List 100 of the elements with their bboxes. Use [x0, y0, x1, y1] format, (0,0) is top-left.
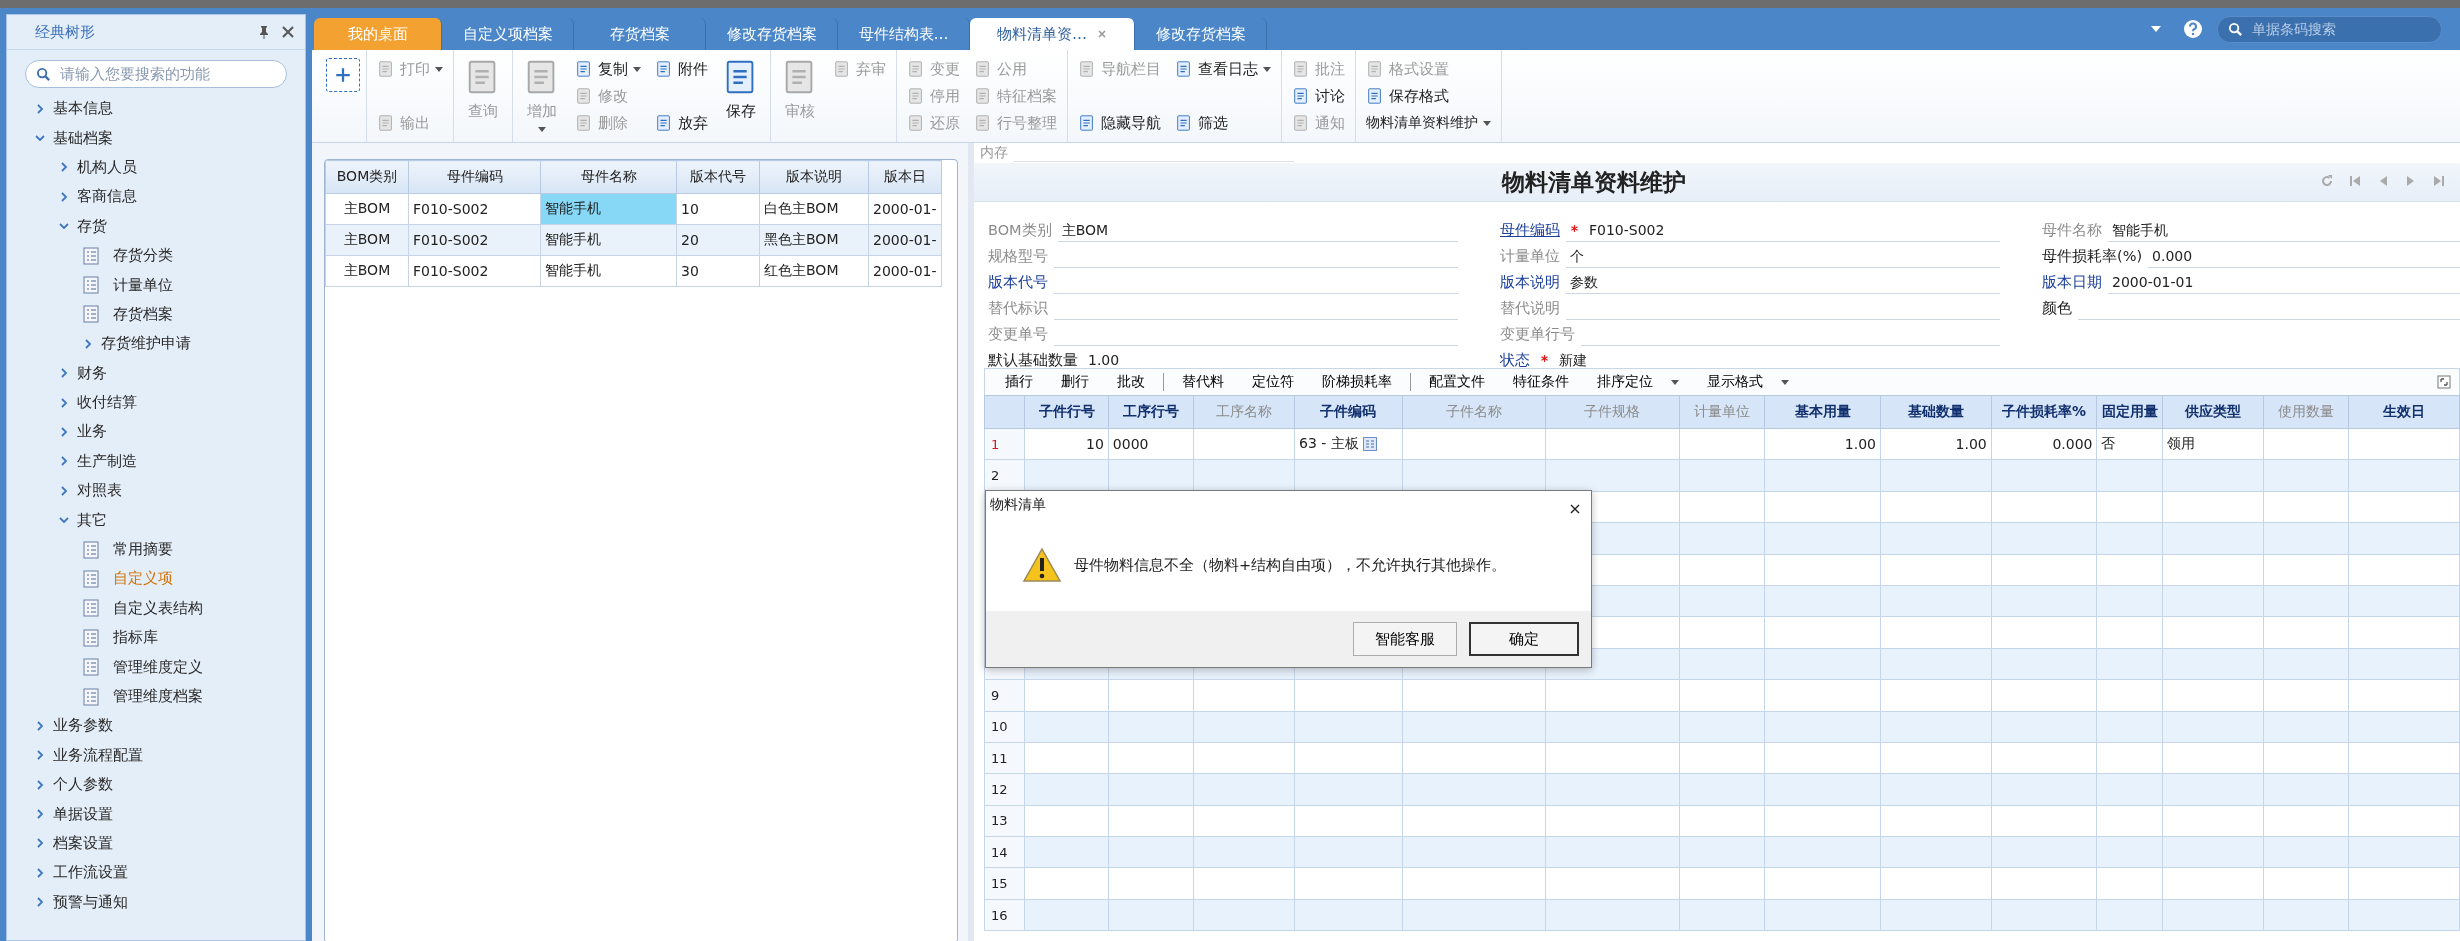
table-cell[interactable]: [1402, 773, 1546, 806]
table-cell[interactable]: [1545, 805, 1680, 837]
tree-item[interactable]: 其它: [7, 505, 305, 535]
table-cell[interactable]: [1294, 679, 1403, 711]
refresh-icon[interactable]: [2320, 174, 2334, 188]
toolbar-button[interactable]: 隐藏导航: [1074, 110, 1165, 136]
table-cell[interactable]: [1402, 805, 1546, 837]
table-cell[interactable]: [1108, 459, 1194, 492]
table-cell[interactable]: [1024, 459, 1109, 492]
table-cell[interactable]: [1679, 899, 1765, 931]
first-page-icon[interactable]: [2348, 174, 2362, 188]
table-cell[interactable]: [2097, 742, 2163, 774]
table-cell[interactable]: 10: [676, 193, 760, 225]
toolbar-button[interactable]: 查看日志: [1171, 56, 1275, 82]
tree-item[interactable]: 预警与通知: [7, 887, 305, 917]
tree-item[interactable]: 档案设置: [7, 828, 305, 859]
field-label[interactable]: 版本日期: [2042, 273, 2102, 294]
field-label[interactable]: 状态: [1500, 351, 1530, 372]
chevron-down-icon[interactable]: [59, 515, 69, 526]
table-cell[interactable]: 2000-01-: [868, 224, 942, 256]
table-cell[interactable]: [1679, 428, 1765, 460]
table-cell[interactable]: 智能手机: [540, 193, 677, 225]
chevron-right-icon[interactable]: [35, 779, 45, 790]
table-cell[interactable]: 白色主BOM: [759, 193, 869, 225]
table-cell[interactable]: [1880, 711, 1992, 743]
table-cell[interactable]: [1024, 836, 1109, 868]
table-cell[interactable]: [1764, 773, 1881, 806]
tree-item[interactable]: 客商信息: [7, 182, 305, 212]
tree-item[interactable]: 业务: [7, 417, 305, 447]
chevron-right-icon[interactable]: [59, 191, 69, 202]
search-field[interactable]: 请输入您要搜索的功能: [25, 60, 287, 88]
table-cell[interactable]: [2162, 899, 2264, 931]
field-label[interactable]: 版本代号: [988, 273, 1048, 294]
tree-item[interactable]: 收付结算: [7, 387, 305, 418]
tree-item[interactable]: 管理维度定义: [7, 652, 305, 682]
table-cell[interactable]: [2097, 899, 2163, 931]
table-cell[interactable]: [1108, 805, 1194, 837]
close-icon[interactable]: [281, 25, 295, 39]
column-header[interactable]: 基础数量: [1880, 395, 1992, 429]
table-cell[interactable]: [1108, 867, 1194, 900]
toolbar-menu[interactable]: 物料清单资料维护: [1362, 110, 1495, 136]
table-cell[interactable]: [1024, 711, 1109, 743]
tree-item[interactable]: 生产制造: [7, 446, 305, 477]
table-cell[interactable]: F010-S002: [408, 255, 541, 287]
chevron-right-icon[interactable]: [35, 867, 45, 878]
toolbar-button[interactable]: 筛选: [1171, 110, 1275, 136]
table-cell[interactable]: 2000-01-: [868, 193, 942, 225]
tab[interactable]: 物料清单资…: [970, 18, 1135, 50]
chevron-right-icon[interactable]: [59, 162, 69, 173]
table-cell[interactable]: [1108, 711, 1194, 743]
toolbar-button[interactable]: 讨论: [1288, 83, 1349, 109]
table-cell[interactable]: [2162, 742, 2264, 774]
tree-item[interactable]: 机构人员: [7, 152, 305, 183]
table-cell[interactable]: [1991, 836, 2097, 868]
table-cell[interactable]: [2162, 711, 2264, 743]
table-cell[interactable]: [1294, 742, 1403, 774]
table-cell[interactable]: [1402, 428, 1546, 460]
table-cell[interactable]: [1024, 899, 1109, 931]
tree-item[interactable]: 业务参数: [7, 711, 305, 741]
table-cell[interactable]: [1545, 428, 1680, 460]
grid-action-button[interactable]: 插行: [991, 373, 1047, 391]
table-cell[interactable]: [1402, 459, 1546, 492]
table-cell[interactable]: [1545, 711, 1680, 743]
table-cell[interactable]: [1193, 836, 1295, 868]
text-field[interactable]: 2000-01-01: [2108, 271, 2460, 294]
table-cell[interactable]: [1679, 742, 1765, 774]
grid-action-button[interactable]: 替代料: [1168, 373, 1238, 391]
table-cell[interactable]: [1991, 867, 2097, 900]
table-cell[interactable]: 0.000: [1991, 428, 2097, 460]
tree-item[interactable]: 财务: [7, 358, 305, 388]
table-cell[interactable]: [2263, 867, 2349, 900]
grid-action-button[interactable]: 显示格式: [1693, 373, 1803, 391]
chevron-right-icon[interactable]: [59, 456, 69, 467]
table-cell[interactable]: 否: [2097, 428, 2163, 460]
table-cell[interactable]: [1991, 711, 2097, 743]
table-cell[interactable]: [1545, 773, 1680, 806]
table-cell[interactable]: [2097, 711, 2163, 743]
table-cell[interactable]: [2162, 836, 2264, 868]
table-cell[interactable]: [1294, 459, 1403, 492]
new-button[interactable]: [326, 58, 360, 92]
table-cell[interactable]: [2263, 459, 2349, 492]
column-header[interactable]: 子件行号: [1024, 395, 1109, 429]
table-cell[interactable]: [2162, 679, 2264, 711]
table-cell[interactable]: 1.00: [1880, 428, 1992, 460]
table-cell[interactable]: [2263, 679, 2349, 711]
chevron-right-icon[interactable]: [59, 397, 69, 408]
chevron-right-icon[interactable]: [35, 897, 45, 908]
tree-item[interactable]: 基本信息: [7, 94, 305, 124]
table-cell[interactable]: [1880, 805, 1992, 837]
grid-action-button[interactable]: 删行: [1047, 373, 1103, 391]
table-cell[interactable]: [2097, 773, 2163, 806]
table-cell[interactable]: [1402, 899, 1546, 931]
tree-item[interactable]: 对照表: [7, 476, 305, 506]
table-cell[interactable]: [1880, 459, 1992, 492]
table-cell[interactable]: [2263, 836, 2349, 868]
table-cell[interactable]: [1880, 867, 1992, 900]
table-cell[interactable]: [1880, 899, 1992, 931]
tree-item[interactable]: 管理维度档案: [7, 681, 305, 712]
table-cell[interactable]: [2348, 773, 2460, 806]
table-cell[interactable]: [1545, 459, 1680, 492]
